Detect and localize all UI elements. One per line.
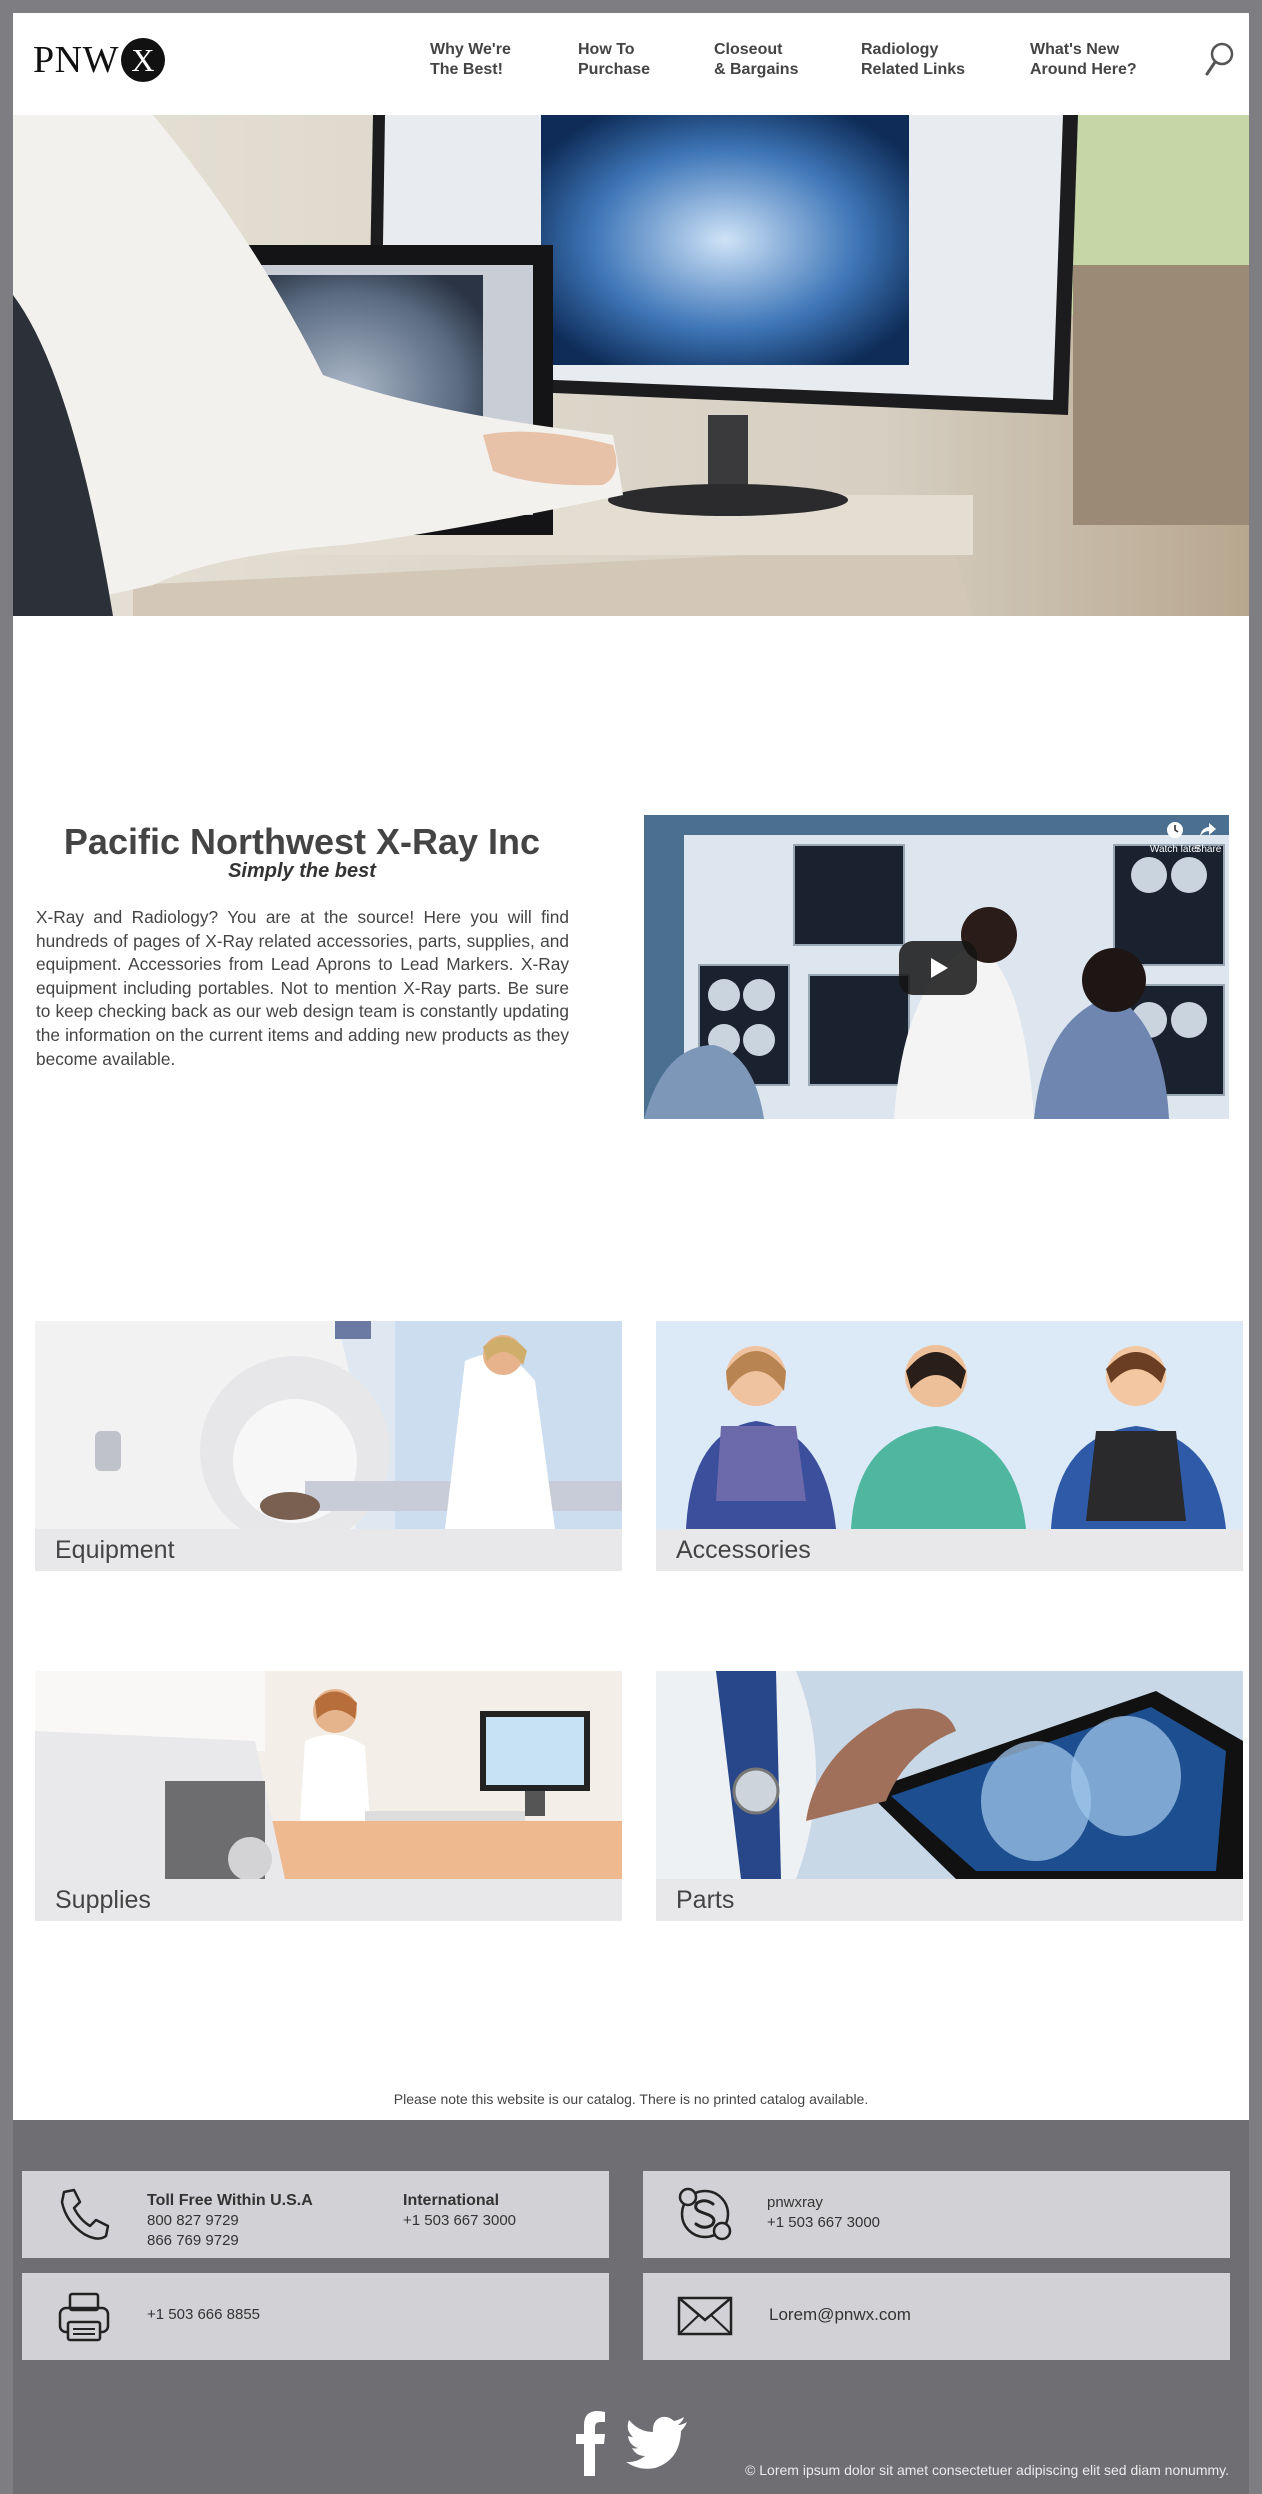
hero-image-xray-workstation	[13, 115, 1249, 616]
category-parts[interactable]: Parts	[656, 1671, 1243, 1921]
page-content: PNW X Why We're The Best! How To Purchas…	[13, 13, 1249, 2120]
nav-whats-new[interactable]: What's New Around Here?	[1030, 40, 1137, 80]
email-block: Lorem@pnwx.com	[769, 2305, 911, 2325]
skype-block: pnwxray +1 503 667 3000	[767, 2193, 880, 2233]
fax-number[interactable]: +1 503 666 8855	[147, 2305, 260, 2325]
share-label: Share	[1194, 844, 1222, 855]
copyright-text: © Lorem ipsum dolor sit amet consectetue…	[745, 2462, 1229, 2478]
skype-contact-card: pnwxray +1 503 667 3000	[643, 2171, 1230, 2258]
site-logo[interactable]: PNW X	[33, 35, 165, 85]
search-icon[interactable]	[1203, 39, 1237, 79]
phone-icon	[54, 2184, 114, 2244]
nav-label-line2: Around Here?	[1030, 61, 1137, 78]
international-number[interactable]: +1 503 667 3000	[403, 2211, 516, 2231]
play-icon	[931, 958, 948, 978]
envelope-icon	[675, 2286, 735, 2346]
nav-label-line1: Radiology	[861, 41, 939, 58]
logo-text: PNW	[33, 39, 119, 81]
company-tagline: Simply the best	[228, 860, 376, 882]
logo-badge: X	[120, 38, 165, 82]
skype-number[interactable]: +1 503 667 3000	[767, 2213, 880, 2233]
nav-how-to-purchase[interactable]: How To Purchase	[578, 40, 650, 80]
equipment-image	[35, 1321, 622, 1529]
category-label: Equipment	[35, 1529, 622, 1571]
facebook-icon[interactable]	[575, 2410, 605, 2481]
nav-label-line1: How To	[578, 41, 635, 58]
supplies-image	[35, 1671, 622, 1879]
category-label: Parts	[656, 1879, 1243, 1921]
company-title: Pacific Northwest X-Ray Inc	[63, 821, 541, 862]
printer-icon	[54, 2286, 114, 2346]
toll-free-heading: Toll Free Within U.S.A	[147, 2192, 313, 2209]
site-footer: Toll Free Within U.S.A 800 827 9729 866 …	[13, 2120, 1249, 2494]
play-button[interactable]	[899, 941, 977, 995]
fax-contact-card: +1 503 666 8855	[22, 2273, 609, 2360]
nav-label-line1: Why We're	[430, 41, 511, 58]
nav-label-line2: & Bargains	[714, 61, 799, 78]
parts-image	[656, 1671, 1243, 1879]
nav-radiology-links[interactable]: Radiology Related Links	[861, 40, 965, 80]
nav-label-line2: Related Links	[861, 61, 966, 78]
email-contact-card: Lorem@pnwx.com	[643, 2273, 1230, 2360]
accessories-image	[656, 1321, 1243, 1529]
category-accessories[interactable]: Accessories	[656, 1321, 1243, 1571]
category-label: Supplies	[35, 1879, 622, 1921]
category-label: Accessories	[656, 1529, 1243, 1571]
nav-label-line1: Closeout	[714, 41, 783, 58]
category-supplies[interactable]: Supplies	[35, 1671, 622, 1921]
twitter-icon[interactable]	[625, 2416, 689, 2477]
category-equipment[interactable]: Equipment	[35, 1321, 622, 1571]
international-heading: International	[403, 2192, 500, 2209]
international-block: International +1 503 667 3000	[403, 2191, 516, 2231]
skype-icon	[675, 2184, 735, 2244]
intro-paragraph: X-Ray and Radiology? You are at the sour…	[36, 907, 569, 1069]
share-control[interactable]: Share	[1182, 821, 1229, 855]
nav-closeout-bargains[interactable]: Closeout & Bargains	[714, 40, 798, 80]
nav-label-line1: What's New	[1030, 41, 1120, 58]
nav-why-best[interactable]: Why We're The Best!	[430, 40, 511, 80]
skype-username[interactable]: pnwxray	[767, 2193, 880, 2213]
catalog-note: Please note this website is our catalog.…	[393, 2091, 869, 2107]
site-header: PNW X Why We're The Best! How To Purchas…	[13, 13, 1249, 115]
toll-free-number-2[interactable]: 866 769 9729	[147, 2231, 313, 2251]
nav-label-line2: The Best!	[430, 61, 503, 78]
nav-label-line2: Purchase	[578, 61, 651, 78]
toll-free-block: Toll Free Within U.S.A 800 827 9729 866 …	[147, 2191, 313, 2251]
intro-video-player[interactable]: Watch later Share	[644, 815, 1229, 1119]
share-icon	[1200, 823, 1216, 837]
phone-contact-card: Toll Free Within U.S.A 800 827 9729 866 …	[22, 2171, 609, 2258]
fax-block: +1 503 666 8855	[147, 2305, 260, 2325]
toll-free-number-1[interactable]: 800 827 9729	[147, 2211, 313, 2231]
email-address[interactable]: Lorem@pnwx.com	[769, 2305, 911, 2325]
